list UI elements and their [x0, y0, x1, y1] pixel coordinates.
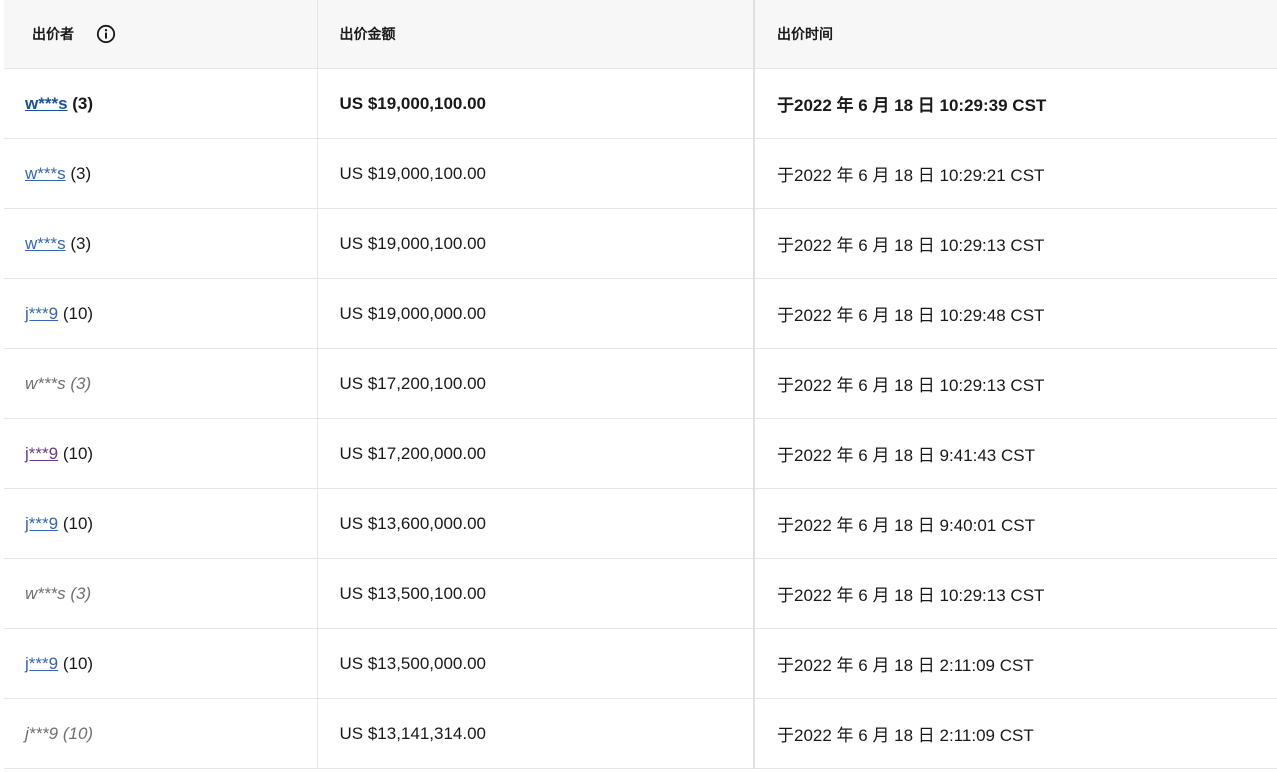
- bid-amount: US $13,600,000.00: [339, 513, 487, 533]
- bid-time-cell: 于2022 年 6 月 18 日 10:29:13 CST: [754, 208, 1277, 279]
- table-row: w***s (3) US $13,500,100.00 于2022 年 6 月 …: [4, 558, 1277, 629]
- bid-amount: US $17,200,000.00: [339, 443, 487, 463]
- bid-time: 于2022 年 6 月 18 日 10:29:13 CST: [777, 236, 1045, 255]
- bid-amount: US $13,141,314.00: [339, 723, 487, 743]
- bid-time: 于2022 年 6 月 18 日 10:29:13 CST: [777, 376, 1045, 395]
- bid-amount: US $13,500,100.00: [339, 583, 487, 603]
- bid-time-cell: 于2022 年 6 月 18 日 9:41:43 CST: [754, 418, 1277, 489]
- table-row: j***9 (10) US $13,141,314.00 于2022 年 6 月…: [4, 698, 1277, 769]
- table-header-row: 出价者 出价金额 出价时间: [4, 0, 1277, 69]
- feedback-score: (3): [72, 93, 94, 113]
- bidder-link[interactable]: w***s: [25, 94, 68, 113]
- bidder-cell: j***9 (10): [4, 488, 318, 559]
- table-row: j***9 (10) US $17,200,000.00 于2022 年 6 月…: [4, 418, 1277, 489]
- bidder-cell: j***9 (10): [4, 278, 318, 349]
- bidder-link[interactable]: j***9: [25, 654, 58, 673]
- bidder-link[interactable]: j***9: [25, 444, 58, 463]
- bid-time-cell: 于2022 年 6 月 18 日 2:11:09 CST: [754, 628, 1277, 699]
- bid-amount-cell: US $13,141,314.00: [317, 698, 755, 769]
- bid-time: 于2022 年 6 月 18 日 2:11:09 CST: [777, 726, 1034, 745]
- bid-time-cell: 于2022 年 6 月 18 日 10:29:39 CST: [754, 68, 1277, 139]
- table-row: w***s (3) US $19,000,100.00 于2022 年 6 月 …: [4, 208, 1277, 279]
- bid-amount: US $19,000,100.00: [339, 163, 487, 183]
- bid-time-cell: 于2022 年 6 月 18 日 10:29:21 CST: [754, 138, 1277, 209]
- bidder-cell: w***s (3): [4, 558, 318, 629]
- time-column-header: 出价时间: [754, 0, 1277, 69]
- bidder-link[interactable]: j***9: [25, 514, 58, 533]
- bidder-header-label: 出价者: [32, 26, 74, 42]
- bidder-link[interactable]: j***9: [25, 304, 58, 323]
- feedback-score: (10): [62, 513, 94, 533]
- feedback-score: (10): [62, 723, 94, 743]
- bidder-link: w***s: [25, 583, 66, 603]
- bid-amount-cell: US $19,000,100.00: [317, 208, 755, 279]
- feedback-score: (3): [70, 163, 92, 183]
- bid-amount: US $19,000,100.00: [339, 233, 487, 253]
- table-row: w***s (3) US $19,000,100.00 于2022 年 6 月 …: [4, 138, 1277, 209]
- feedback-score: (3): [70, 233, 92, 253]
- bid-history-table: 出价者 出价金额 出价时间 w***s (3) US $19,000,100.0…: [4, 0, 1277, 769]
- bid-time: 于2022 年 6 月 18 日 10:29:21 CST: [777, 166, 1045, 185]
- bidder-link: w***s: [25, 373, 66, 393]
- bid-time: 于2022 年 6 月 18 日 10:29:39 CST: [777, 96, 1047, 115]
- table-row: j***9 (10) US $13,500,000.00 于2022 年 6 月…: [4, 628, 1277, 699]
- table-row: w***s (3) US $17,200,100.00 于2022 年 6 月 …: [4, 348, 1277, 419]
- bidder-column-header: 出价者: [4, 0, 318, 69]
- feedback-score: (10): [62, 443, 94, 463]
- bidder-cell: j***9 (10): [4, 628, 318, 699]
- bid-time-cell: 于2022 年 6 月 18 日 10:29:13 CST: [754, 348, 1277, 419]
- bid-amount-cell: US $17,200,000.00: [317, 418, 755, 489]
- bid-amount-cell: US $19,000,100.00: [317, 138, 755, 209]
- bid-time-cell: 于2022 年 6 月 18 日 9:40:01 CST: [754, 488, 1277, 559]
- time-header-label: 出价时间: [777, 26, 833, 42]
- feedback-score: (10): [62, 653, 94, 673]
- bidder-link[interactable]: w***s: [25, 234, 66, 253]
- bid-amount-cell: US $13,600,000.00: [317, 488, 755, 559]
- bid-amount-cell: US $17,200,100.00: [317, 348, 755, 419]
- bidder-cell: w***s (3): [4, 208, 318, 279]
- feedback-score: (3): [70, 373, 92, 393]
- info-circle-icon[interactable]: [96, 24, 116, 44]
- bid-amount: US $19,000,000.00: [339, 303, 487, 323]
- table-row: j***9 (10) US $13,600,000.00 于2022 年 6 月…: [4, 488, 1277, 559]
- feedback-score: (10): [62, 303, 94, 323]
- bid-amount-cell: US $19,000,000.00: [317, 278, 755, 349]
- amount-column-header: 出价金额: [317, 0, 755, 69]
- bid-time-cell: 于2022 年 6 月 18 日 10:29:13 CST: [754, 558, 1277, 629]
- bidder-cell: j***9 (10): [4, 418, 318, 489]
- bid-amount-cell: US $13,500,000.00: [317, 628, 755, 699]
- bidder-link: j***9: [25, 723, 59, 743]
- feedback-score: (3): [70, 583, 92, 603]
- bid-time: 于2022 年 6 月 18 日 10:29:13 CST: [777, 586, 1045, 605]
- bid-time: 于2022 年 6 月 18 日 9:40:01 CST: [777, 516, 1035, 535]
- bid-time: 于2022 年 6 月 18 日 2:11:09 CST: [777, 656, 1034, 675]
- bid-amount: US $17,200,100.00: [339, 373, 487, 393]
- bid-time-cell: 于2022 年 6 月 18 日 2:11:09 CST: [754, 698, 1277, 769]
- bid-amount-cell: US $13,500,100.00: [317, 558, 755, 629]
- bidder-cell: j***9 (10): [4, 698, 318, 769]
- bid-time: 于2022 年 6 月 18 日 9:41:43 CST: [777, 446, 1035, 465]
- amount-header-label: 出价金额: [339, 26, 396, 42]
- bidder-cell: w***s (3): [4, 348, 318, 419]
- bid-amount: US $13,500,000.00: [339, 653, 487, 673]
- bid-amount-cell: US $19,000,100.00: [317, 68, 755, 139]
- table-row: w***s (3) US $19,000,100.00 于2022 年 6 月 …: [4, 68, 1277, 139]
- table-row: j***9 (10) US $19,000,000.00 于2022 年 6 月…: [4, 278, 1277, 349]
- bid-amount: US $19,000,100.00: [339, 93, 487, 113]
- bidder-cell: w***s (3): [4, 68, 318, 139]
- bid-time-cell: 于2022 年 6 月 18 日 10:29:48 CST: [754, 278, 1277, 349]
- bidder-cell: w***s (3): [4, 138, 318, 209]
- bidder-link[interactable]: w***s: [25, 164, 66, 183]
- bid-time: 于2022 年 6 月 18 日 10:29:48 CST: [777, 306, 1045, 325]
